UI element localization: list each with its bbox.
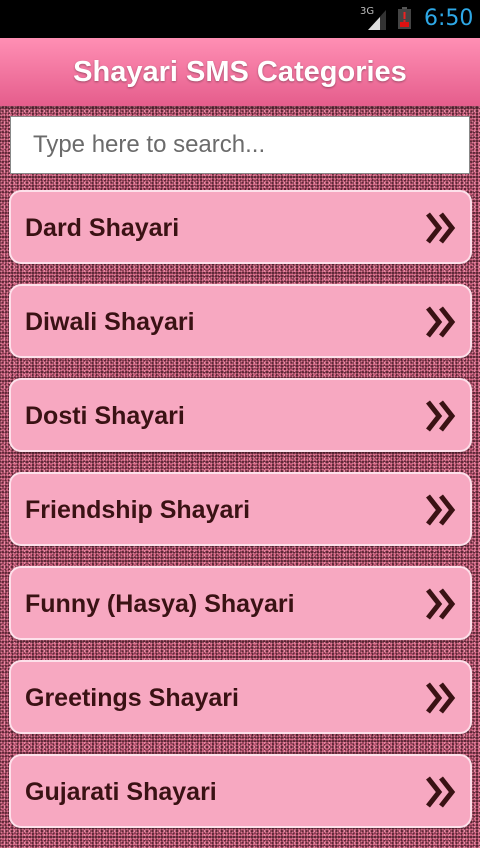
category-label: Gujarati Shayari xyxy=(25,778,217,806)
category-label: Dard Shayari xyxy=(25,214,180,242)
network-type: 3G xyxy=(360,6,375,17)
category-label: Friendship Shayari xyxy=(25,496,251,524)
category-item-dosti-shayari[interactable]: Dosti Shayari xyxy=(9,378,472,452)
double-chevron-right-icon xyxy=(426,682,456,714)
category-item-dard-shayari[interactable]: Dard Shayari xyxy=(9,190,472,264)
category-item-funny-hasya-shayari[interactable]: Funny (Hasya) Shayari xyxy=(9,566,472,640)
battery-icon xyxy=(398,7,411,29)
category-list: Dard Shayari Diwali Shayari Dosti Shayar… xyxy=(9,190,472,848)
search-box xyxy=(10,116,470,174)
double-chevron-right-icon xyxy=(426,776,456,808)
app-title-bar: Shayari SMS Categories xyxy=(0,38,480,106)
double-chevron-right-icon xyxy=(426,588,456,620)
double-chevron-right-icon xyxy=(426,494,456,526)
category-label: Diwali Shayari xyxy=(25,308,195,336)
status-bar: 3G 6:50 xyxy=(0,0,480,38)
category-item-friendship-shayari[interactable]: Friendship Shayari xyxy=(9,472,472,546)
double-chevron-right-icon xyxy=(426,212,456,244)
signal-icon: 3G xyxy=(360,6,388,32)
search-input[interactable] xyxy=(11,117,469,173)
status-time: 6:50 xyxy=(424,6,474,31)
category-label: Funny (Hasya) Shayari xyxy=(25,590,295,618)
page-title: Shayari SMS Categories xyxy=(73,55,407,88)
category-item-gujarati-shayari[interactable]: Gujarati Shayari xyxy=(9,754,472,828)
category-item-diwali-shayari[interactable]: Diwali Shayari xyxy=(9,284,472,358)
double-chevron-right-icon xyxy=(426,306,456,338)
category-label: Greetings Shayari xyxy=(25,684,239,712)
double-chevron-right-icon xyxy=(426,400,456,432)
category-item-greetings-shayari[interactable]: Greetings Shayari xyxy=(9,660,472,734)
category-label: Dosti Shayari xyxy=(25,402,185,430)
